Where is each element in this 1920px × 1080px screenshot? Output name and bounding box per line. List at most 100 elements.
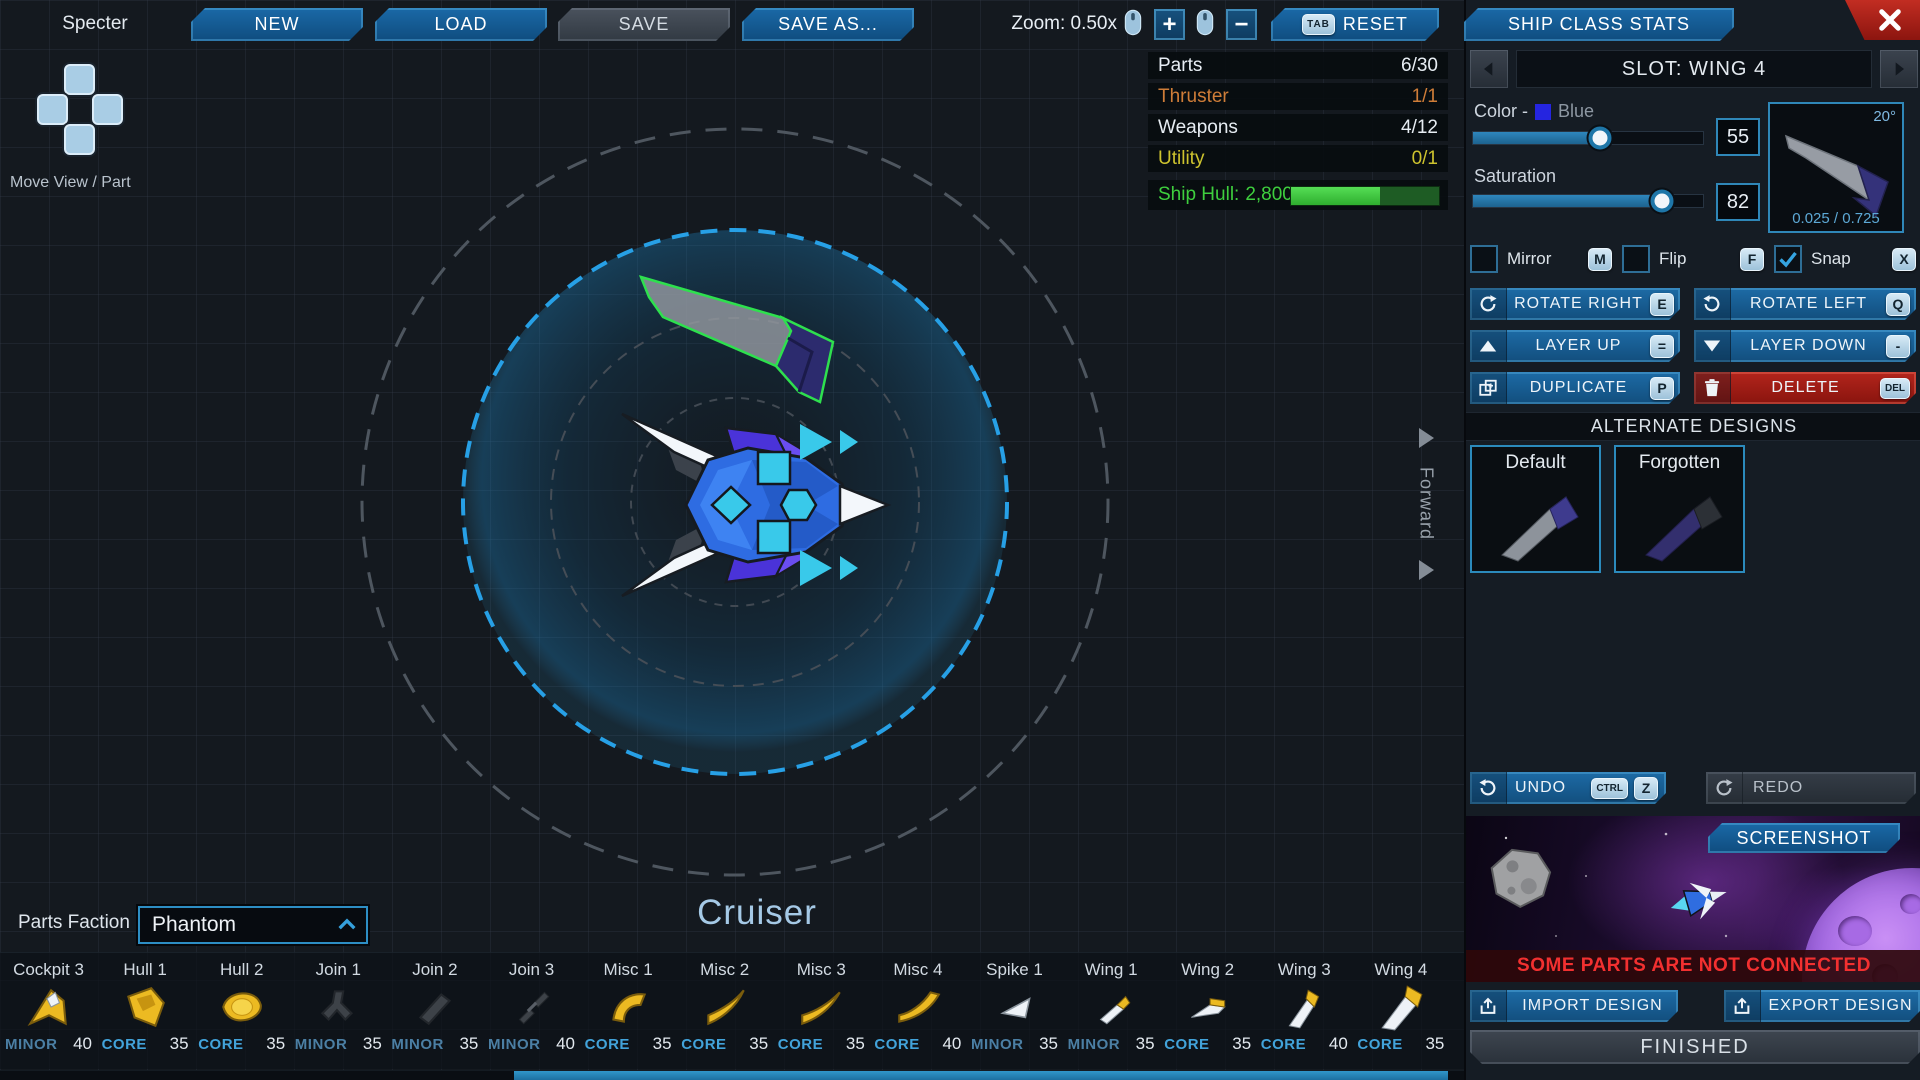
tab-keycap: TAB	[1302, 14, 1335, 35]
arrow-right-icon	[1889, 59, 1909, 79]
alternate-design-forgotten[interactable]: Forgotten	[1614, 445, 1745, 573]
key-4	[37, 94, 68, 125]
import-design-button[interactable]: IMPORT DESIGN	[1470, 990, 1678, 1022]
reset-view-button[interactable]: TAB RESET	[1271, 8, 1439, 41]
snap-checkbox[interactable]	[1774, 245, 1802, 273]
part-wing-1[interactable]: Wing 1MINOR35	[1063, 953, 1160, 1069]
part-misc-3[interactable]: Misc 3CORE35	[773, 953, 870, 1069]
wing3-icon	[1256, 980, 1353, 1034]
parts-faction-label: Parts Faction	[18, 912, 130, 934]
toggle-mirror: MirrorM	[1470, 243, 1612, 275]
color-swatch	[1535, 104, 1551, 120]
export-icon	[1724, 990, 1761, 1022]
rotate-cw-icon	[1470, 288, 1507, 320]
join-y-icon	[290, 980, 387, 1034]
close-button[interactable]	[1845, 0, 1920, 40]
mirror-checkbox[interactable]	[1470, 245, 1498, 273]
part-hull-2[interactable]: Hull 2CORE35	[193, 953, 290, 1069]
hull1-icon	[97, 980, 194, 1034]
saturation-slider[interactable]	[1472, 194, 1704, 208]
ship-class-stats-button[interactable]: SHIP CLASS STATS	[1464, 8, 1734, 41]
export-design-button[interactable]: EXPORT DESIGN	[1724, 990, 1920, 1022]
part-hull-1[interactable]: Hull 1CORE35	[97, 953, 194, 1069]
part-wing-3[interactable]: Wing 3CORE40	[1256, 953, 1353, 1069]
key-6	[92, 94, 123, 125]
zoom-level-label: Zoom: 0.50x	[995, 13, 1117, 35]
duplicate-icon	[1470, 372, 1507, 404]
ring-glow	[463, 230, 1007, 774]
next-slot-button[interactable]	[1880, 50, 1918, 88]
join-bar-icon	[386, 980, 483, 1034]
forward-arrow-icon	[1419, 560, 1434, 580]
delete-button[interactable]: DELETEDEL	[1694, 372, 1916, 404]
alternate-design-default[interactable]: Default	[1470, 445, 1601, 573]
screenshot-button[interactable]: SCREENSHOT	[1708, 823, 1900, 853]
duplicate-button[interactable]: DUPLICATEP	[1470, 372, 1680, 404]
triangle-down-icon	[1694, 330, 1731, 362]
part-join-2[interactable]: Join 2MINOR35	[386, 953, 483, 1069]
parts-scrollbar-thumb[interactable]	[514, 1071, 1448, 1080]
part-misc-4[interactable]: Misc 4CORE40	[869, 953, 966, 1069]
key-8	[64, 64, 95, 95]
ship-editor-screen: Forward Cruiser Specter NEW LOAD SAVE SA…	[0, 0, 1920, 1080]
part-wing-4[interactable]: Wing 4CORE35	[1352, 953, 1449, 1069]
color-slider[interactable]	[1472, 131, 1704, 145]
new-button[interactable]: NEW	[191, 8, 363, 41]
flip-checkbox[interactable]	[1622, 245, 1650, 273]
selected-part-graphic	[641, 277, 833, 402]
trash-icon	[1694, 372, 1731, 404]
stat-weapons: Weapons4/12	[1148, 114, 1448, 141]
saturation-slider-thumb[interactable]	[1650, 190, 1673, 213]
rotate-left-button[interactable]: ROTATE LEFTQ	[1694, 288, 1916, 320]
rotate-right-button[interactable]: ROTATE RIGHTE	[1470, 288, 1680, 320]
outer-range-ring	[362, 129, 1108, 875]
prev-slot-button[interactable]	[1470, 50, 1508, 88]
slot-header: SLOT: WING 4	[1470, 50, 1918, 88]
redo-button[interactable]: REDO	[1706, 772, 1916, 804]
load-button[interactable]: LOAD	[375, 8, 547, 41]
part-misc-2[interactable]: Misc 2CORE35	[676, 953, 773, 1069]
undo-button[interactable]: UNDO CTRL Z	[1470, 772, 1666, 804]
color-value-box[interactable]: 55	[1716, 118, 1760, 156]
mouse-scroll-icon	[1196, 9, 1214, 36]
ship-graphic	[622, 414, 888, 596]
color-label-row: Color - Blue	[1474, 101, 1594, 122]
top-toolbar: Specter NEW LOAD SAVE SAVE AS... Zoom: 0…	[0, 0, 1920, 48]
save-as-button[interactable]: SAVE AS...	[742, 8, 914, 41]
parts-palette: Cockpit 3MINOR40Hull 1CORE35Hull 2CORE35…	[0, 952, 1464, 1069]
parts-faction-dropdown[interactable]: Phantom	[138, 906, 368, 944]
misc4-icon	[869, 980, 966, 1034]
zoom-in-button[interactable]: +	[1154, 9, 1185, 40]
layer-up-button[interactable]: LAYER UP=	[1470, 330, 1680, 362]
part-join-1[interactable]: Join 1MINOR35	[290, 953, 387, 1069]
part-cockpit-3[interactable]: Cockpit 3MINOR40	[0, 953, 97, 1069]
wing1-icon	[1063, 980, 1160, 1034]
color-slider-thumb[interactable]	[1588, 127, 1611, 150]
layer-down-button[interactable]: LAYER DOWN-	[1694, 330, 1916, 362]
parts-scrollbar[interactable]	[0, 1070, 1464, 1080]
save-button[interactable]: SAVE	[558, 8, 730, 41]
import-icon	[1470, 990, 1507, 1022]
misc2-icon	[676, 980, 773, 1034]
misc1-icon	[580, 980, 677, 1034]
inner-range-ring	[631, 398, 839, 606]
zoom-out-button[interactable]: −	[1226, 9, 1257, 40]
part-spike-1[interactable]: Spike 1MINOR35	[966, 953, 1063, 1069]
stat-thruster: Thruster1/1	[1148, 83, 1448, 110]
z-keycap: Z	[1634, 777, 1658, 800]
part-wing-2[interactable]: Wing 2CORE35	[1159, 953, 1256, 1069]
close-icon	[1877, 7, 1903, 33]
mouse-scroll-icon	[1124, 9, 1142, 36]
saturation-value-box[interactable]: 82	[1716, 183, 1760, 221]
part-join-3[interactable]: Join 3MINOR40	[483, 953, 580, 1069]
wing2-icon	[1159, 980, 1256, 1034]
wing4-icon	[1352, 980, 1449, 1034]
hull-bar	[1290, 186, 1440, 206]
saturation-label: Saturation	[1474, 166, 1556, 187]
misc3-icon	[773, 980, 870, 1034]
color-name: Blue	[1558, 101, 1594, 122]
design-name: Specter	[28, 13, 162, 35]
finished-button[interactable]: FINISHED	[1470, 1030, 1920, 1064]
part-preview-box: 20° 0.025 / 0.725	[1768, 102, 1904, 233]
part-misc-1[interactable]: Misc 1CORE35	[580, 953, 677, 1069]
